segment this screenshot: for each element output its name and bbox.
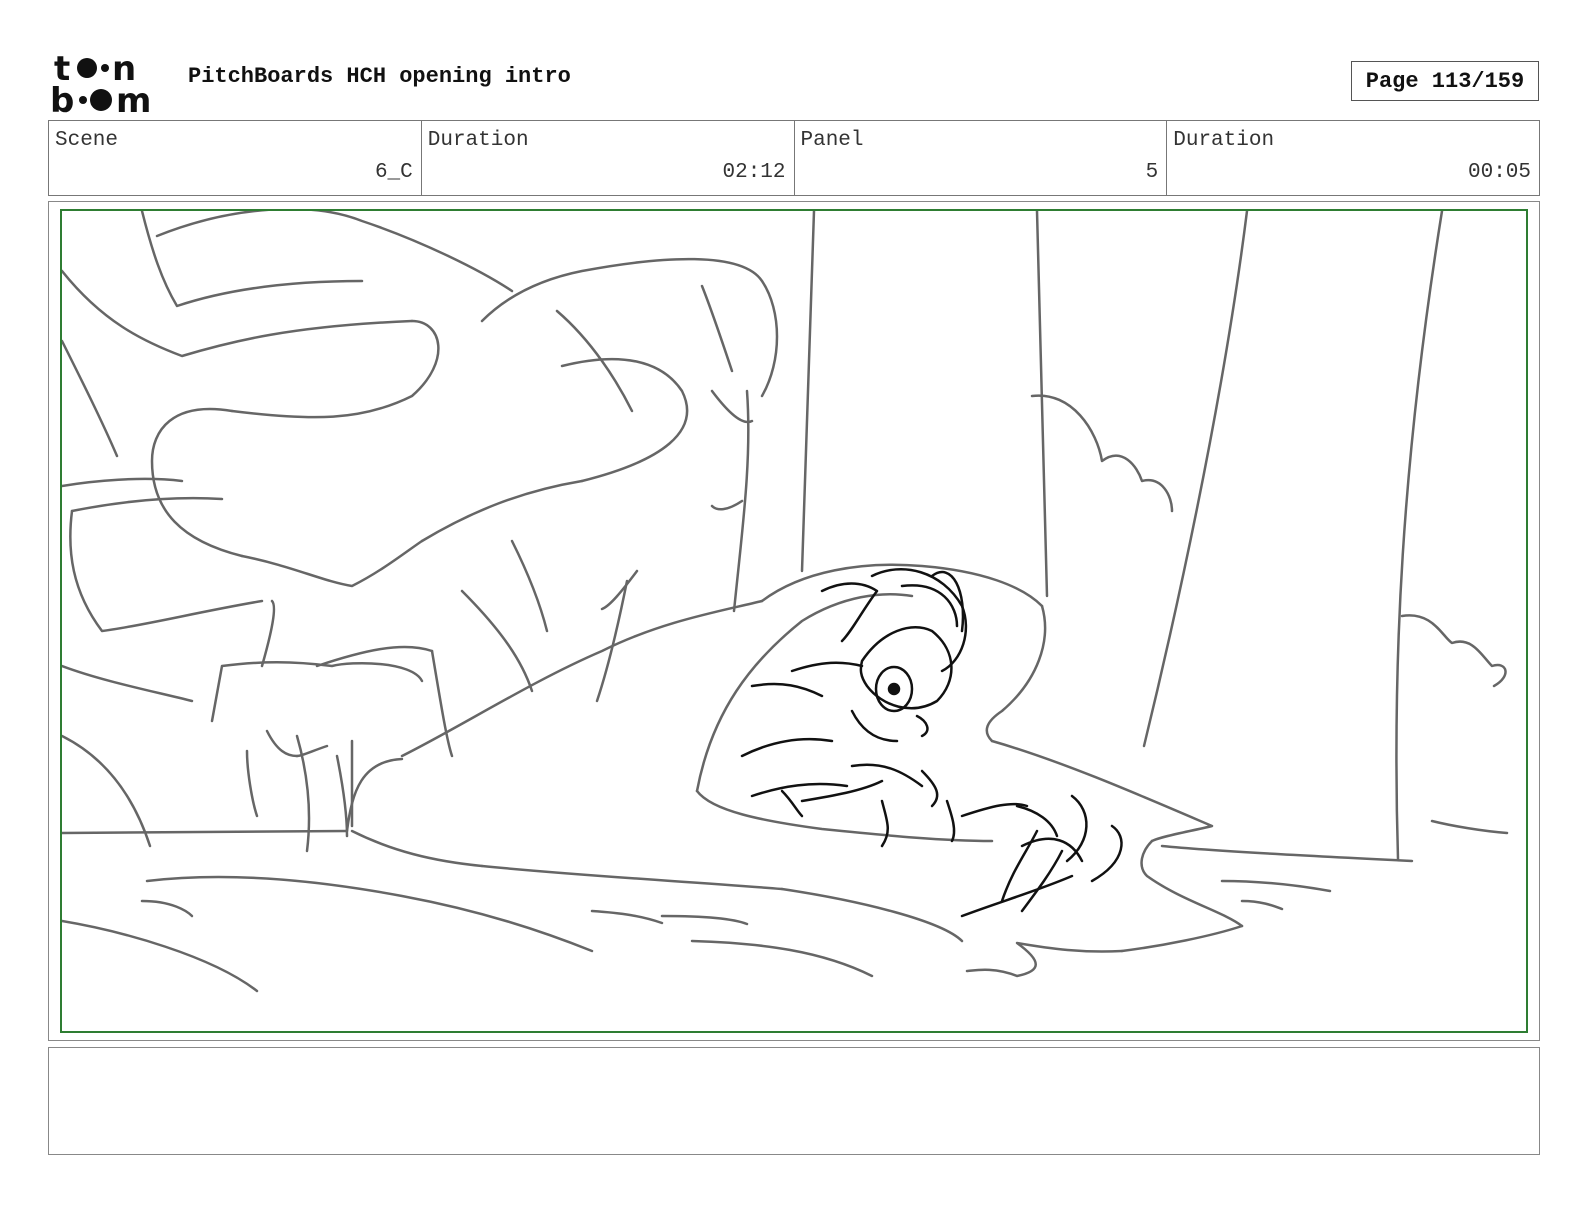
panel-sketch [62, 211, 1509, 993]
toon-boom-logo: t n b m [50, 49, 166, 121]
panel-value: 5 [1145, 161, 1159, 184]
info-table: Scene 6_C Duration 02:12 Panel 5 Duratio… [48, 120, 1540, 196]
scene-duration-value: 02:12 [722, 161, 786, 184]
toon-boom-logo-icon: t n b m [50, 49, 151, 121]
scene-duration-cell: Duration 02:12 [422, 121, 795, 195]
panel-duration-cell: Duration 00:05 [1167, 121, 1539, 195]
scene-value: 6_C [374, 161, 413, 184]
panel-safe-frame [60, 209, 1528, 1033]
svg-text:b: b [50, 81, 74, 114]
panel-label: Panel [800, 129, 864, 152]
character-sketch [740, 568, 1123, 918]
document-title: PitchBoards HCH opening intro [188, 64, 571, 89]
panel-duration-value: 00:05 [1467, 161, 1531, 184]
svg-text:m: m [116, 81, 151, 114]
panel-duration-label: Duration [1173, 129, 1275, 152]
panel-cell: Panel 5 [795, 121, 1168, 195]
storyboard-panel [48, 201, 1540, 1041]
scene-duration-label: Duration [427, 129, 529, 152]
background-sketch [62, 211, 1509, 993]
panel-notes-box [48, 1047, 1540, 1155]
scene-cell: Scene 6_C [49, 121, 422, 195]
scene-label: Scene [55, 129, 119, 152]
page-indicator: Page 113/159 [1351, 61, 1539, 101]
